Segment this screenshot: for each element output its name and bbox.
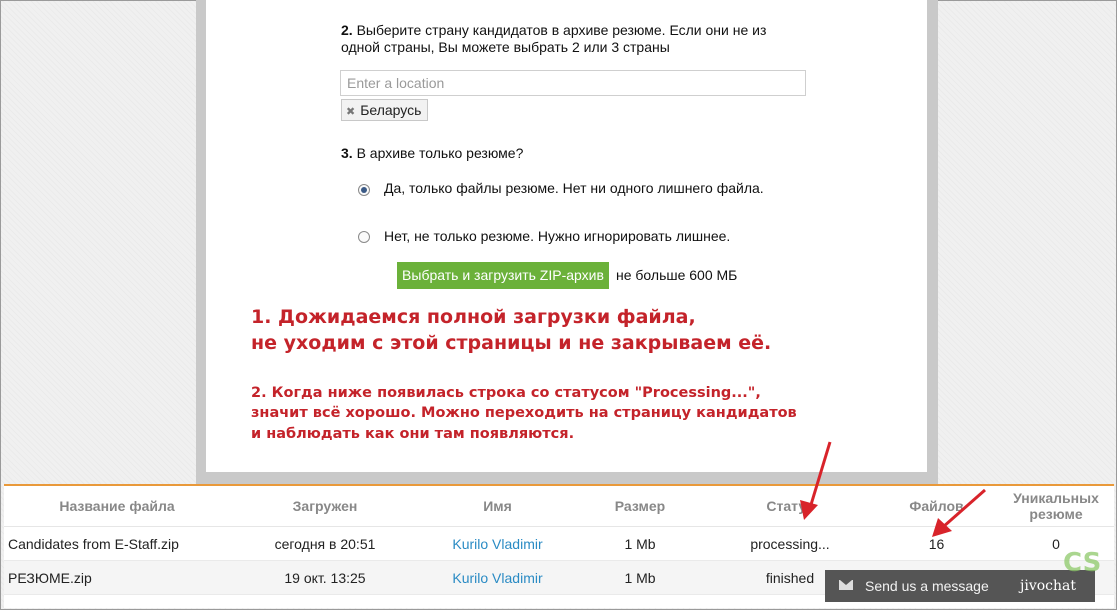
radio-only-resumes-label[interactable]: Да, только файлы резюме. Нет ни одного л…	[384, 180, 764, 196]
header-unique-line-2: резюме	[1029, 506, 1083, 522]
upload-zip-button[interactable]: Выбрать и загрузить ZIP-архив	[397, 262, 609, 289]
location-input[interactable]	[340, 70, 806, 96]
envelope-icon	[839, 580, 853, 590]
question-2-text: Выберите страну кандидатов в архиве резю…	[341, 22, 767, 55]
cell-uploaded: 19 окт. 13:25	[230, 560, 420, 595]
header-uploaded[interactable]: Загружен	[230, 486, 420, 527]
annotation-2-line-3: и наблюдать как они там появляются.	[251, 426, 575, 442]
upload-form: 2. Выберите страну кандидатов в архиве р…	[206, 0, 927, 472]
annotation-2-line-1: 2. Когда ниже появилась строка со статус…	[251, 385, 761, 401]
cell-filename: Candidates from E-Staff.zip	[4, 526, 230, 561]
chat-widget[interactable]: Send us a message jivochat	[825, 570, 1095, 602]
question-2-number: 2.	[341, 22, 353, 38]
question-3: 3. В архиве только резюме?	[341, 145, 801, 162]
header-size[interactable]: Размер	[575, 486, 705, 527]
question-3-text: В архиве только резюме?	[356, 145, 524, 161]
radio-only-resumes[interactable]	[358, 184, 370, 196]
question-3-number: 3.	[341, 145, 353, 161]
header-unique-resumes[interactable]: Уникальных резюме	[998, 486, 1114, 527]
cell-status: processing...	[705, 526, 875, 561]
cell-size: 1 Mb	[575, 526, 705, 561]
user-link[interactable]: Kurilo Vladimir	[452, 536, 542, 552]
cell-name: Kurilo Vladimir	[420, 526, 575, 561]
cell-filename: РЕЗЮМЕ.zip	[4, 560, 230, 595]
cell-size: 1 Mb	[575, 560, 705, 595]
upload-panel: 2. Выберите страну кандидатов в архиве р…	[196, 0, 938, 484]
annotation-1-line-2: не уходим с этой страницы и не закрываем…	[251, 332, 772, 354]
cell-name: Kurilo Vladimir	[420, 560, 575, 595]
user-link[interactable]: Kurilo Vladimir	[452, 570, 542, 586]
upload-size-limit: не больше 600 МБ	[616, 267, 738, 283]
country-tag[interactable]: ✖ Беларусь	[341, 99, 429, 121]
header-name[interactable]: Имя	[420, 486, 575, 527]
header-filename[interactable]: Название файла	[4, 486, 230, 527]
radio-not-only-resumes[interactable]	[358, 231, 370, 243]
header-status[interactable]: Статус	[705, 486, 875, 527]
cs-watermark: CS	[1063, 548, 1102, 578]
country-tag-label: Беларусь	[360, 102, 422, 118]
table-header-row: Название файла Загружен Имя Размер Стату…	[4, 486, 1114, 527]
question-2: 2. Выберите страну кандидатов в архиве р…	[341, 22, 801, 56]
header-unique-line-1: Уникальных	[1013, 490, 1099, 506]
header-files[interactable]: Файлов	[875, 486, 998, 527]
remove-tag-icon[interactable]: ✖	[346, 106, 355, 118]
annotation-2-line-2: значит всё хорошо. Можно переходить на с…	[251, 405, 797, 421]
table-row: Candidates from E-Staff.zip сегодня в 20…	[4, 526, 1114, 561]
annotation-1-line-1: 1. Дожидаемся полной загрузки файла,	[251, 306, 696, 328]
chat-label[interactable]: Send us a message	[865, 570, 989, 602]
cell-uploaded: сегодня в 20:51	[230, 526, 420, 561]
radio-not-only-resumes-label[interactable]: Нет, не только резюме. Нужно игнорироват…	[384, 228, 730, 244]
cell-files: 16	[875, 526, 998, 561]
